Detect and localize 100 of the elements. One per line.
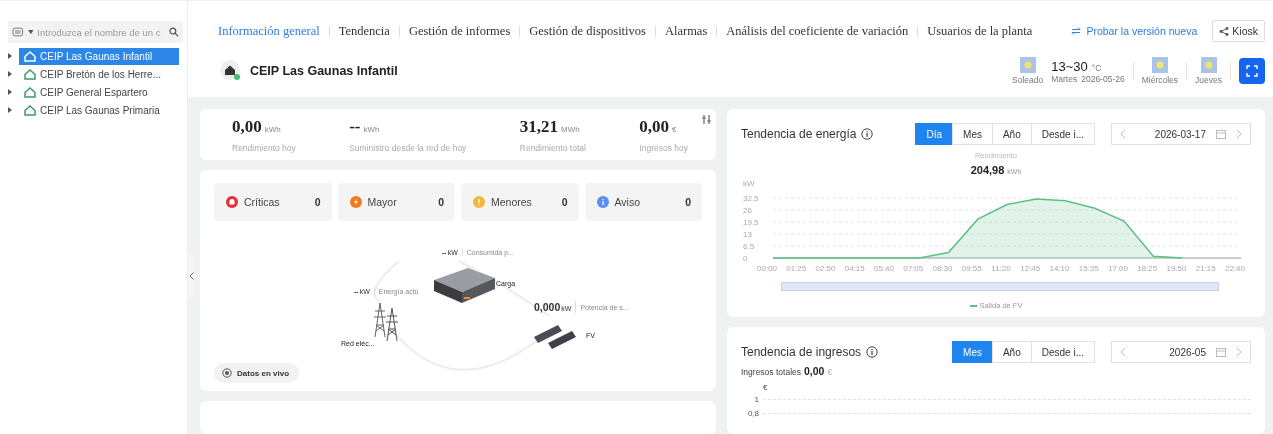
- nav-tab[interactable]: Usuarios de la planta: [927, 23, 1033, 39]
- kpi-unit: MWh: [561, 124, 580, 134]
- expand-arrow-icon[interactable]: [8, 107, 12, 113]
- y-axis-unit: kW: [743, 179, 755, 188]
- total-income-value: 0,00: [804, 365, 825, 377]
- alarm-count-tile[interactable]: Críticas 0: [214, 183, 332, 222]
- search-box[interactable]: Introduzca el nombre de un c: [8, 21, 183, 43]
- weather-condition: Soleado: [1012, 75, 1044, 85]
- temperature-unit: °C: [1091, 62, 1102, 73]
- y-tick-label: 26: [743, 206, 752, 215]
- nav-tab[interactable]: Gestión de dispositivos: [529, 23, 646, 39]
- house-icon: [24, 68, 36, 80]
- sun-icon: [1151, 57, 1168, 73]
- search-field[interactable]: Introduzca el nombre de un c: [37, 26, 166, 38]
- calendar-icon[interactable]: [1216, 347, 1226, 357]
- kpi-label: Ingresos hoy: [639, 142, 688, 153]
- info-icon[interactable]: [866, 346, 879, 358]
- kpi-value: --: [349, 116, 361, 137]
- x-tick-label: 01:25: [786, 264, 807, 273]
- plant-tree-item[interactable]: CEIP Las Gaunas Primaria: [19, 101, 179, 119]
- load-building-drawing: [432, 266, 497, 305]
- settings-icon[interactable]: [702, 115, 711, 124]
- period-tab[interactable]: Mes: [952, 123, 993, 145]
- period-tab[interactable]: Mes: [952, 341, 993, 363]
- share-icon: [1219, 26, 1230, 36]
- info-icon[interactable]: [861, 128, 874, 140]
- kpi-label: Rendimiento total: [519, 142, 586, 153]
- period-tab[interactable]: Día: [915, 123, 954, 145]
- x-tick-label: 22:40: [1225, 264, 1245, 273]
- x-tick-label: 19:50: [1166, 264, 1187, 273]
- expand-arrow-icon[interactable]: [8, 71, 12, 77]
- plant-tree-item[interactable]: CEIP General Espartero: [19, 83, 179, 101]
- x-tick-label: 14:10: [1049, 264, 1070, 273]
- expand-arrow-icon[interactable]: [8, 89, 12, 95]
- sun-icon: [1200, 57, 1217, 73]
- total-income-label: Ingresos totales: [741, 367, 801, 377]
- alarm-count-tile[interactable]: Aviso 0: [584, 183, 702, 222]
- x-tick-label: 21:15: [1195, 264, 1216, 273]
- house-icon: [24, 86, 36, 98]
- income-trend-title: Tendencia de ingresos: [741, 345, 862, 359]
- caret-icon[interactable]: [27, 30, 34, 34]
- kpi-unit: €: [672, 124, 677, 134]
- previous-icon[interactable]: [1120, 347, 1126, 357]
- y-tick-label: 1: [753, 394, 759, 404]
- period-tab[interactable]: Año: [991, 341, 1032, 363]
- swap-arrows-icon: [1071, 27, 1082, 35]
- calendar-icon[interactable]: [1216, 129, 1226, 139]
- next-icon[interactable]: [1236, 347, 1242, 357]
- temperature: 13~30: [1051, 58, 1088, 74]
- x-tick-label: 07:05: [903, 264, 924, 273]
- try-new-version-link[interactable]: Probar la versión nueva: [1086, 25, 1198, 37]
- kpi-unit: kWh: [264, 124, 281, 134]
- house-icon: [24, 104, 36, 116]
- period-tab[interactable]: Desde i...: [1030, 341, 1095, 363]
- nav-tab[interactable]: Tendencia: [338, 23, 390, 39]
- x-tick-label: 17:00: [1108, 264, 1128, 273]
- house-icon: [24, 50, 36, 62]
- alarm-count-tile[interactable]: Menores 0: [461, 183, 579, 222]
- weather-date: 2026-05-26: [1081, 73, 1125, 84]
- sun-icon: [1019, 57, 1036, 73]
- fullscreen-button[interactable]: [1239, 58, 1265, 84]
- period-tab[interactable]: Año: [991, 123, 1032, 145]
- nav-tab[interactable]: Información general: [218, 23, 320, 39]
- date-picker[interactable]: 2026-05: [1111, 341, 1251, 363]
- kpi-label: Suministro desde la red de hoy: [349, 142, 467, 153]
- plant-status-icon: [220, 60, 242, 82]
- plant-tree-item[interactable]: CEIP Las Gaunas Infantil: [19, 47, 179, 65]
- zoom-slider-range[interactable]: [782, 283, 1218, 290]
- live-data-button[interactable]: Datos en vivo: [214, 363, 299, 384]
- collapse-handle[interactable]: [187, 253, 195, 299]
- x-tick-label: 04:15: [844, 264, 865, 273]
- x-tick-label: 02:50: [815, 264, 836, 273]
- search-icon[interactable]: [169, 27, 179, 37]
- next-icon[interactable]: [1236, 129, 1242, 139]
- date-picker[interactable]: 2026-03-17: [1111, 123, 1251, 145]
- weekday: Jueves: [1195, 75, 1222, 85]
- nav-tab[interactable]: Alarmas: [664, 23, 708, 39]
- x-tick-label: 05:40: [874, 264, 894, 273]
- total-income-unit: €: [827, 367, 833, 377]
- y-tick-label: 6.5: [743, 242, 755, 251]
- period-tab[interactable]: Desde i...: [1030, 123, 1095, 145]
- expand-arrow-icon[interactable]: [8, 53, 12, 59]
- previous-icon[interactable]: [1120, 129, 1126, 139]
- energy-trend-title: Tendencia de energía: [741, 127, 857, 141]
- x-tick-label: 08:30: [932, 264, 953, 273]
- y-tick-label: 0: [743, 254, 748, 263]
- grid-icon[interactable]: [12, 26, 24, 38]
- plant-tree-item[interactable]: CEIP Bretón de los Herre...: [19, 65, 179, 83]
- alarm-count-tile[interactable]: Mayor 0: [337, 183, 455, 222]
- kpi-unit: kWh: [363, 124, 380, 134]
- radio-dot-icon: [222, 368, 232, 379]
- nav-tab[interactable]: Gestión de informes: [408, 23, 511, 39]
- x-tick-label: 18:25: [1137, 264, 1158, 273]
- y-tick-label: 19,5: [743, 218, 759, 227]
- kiosk-button[interactable]: Kiosk: [1212, 20, 1265, 42]
- x-tick-label: 09:55: [961, 264, 982, 273]
- nav-tab[interactable]: Análisis del coeficiente de variación: [726, 23, 909, 39]
- kpi-value: 0,00: [639, 116, 670, 137]
- y-tick-label: 32,5: [743, 194, 759, 203]
- fullscreen-icon: [1246, 65, 1258, 77]
